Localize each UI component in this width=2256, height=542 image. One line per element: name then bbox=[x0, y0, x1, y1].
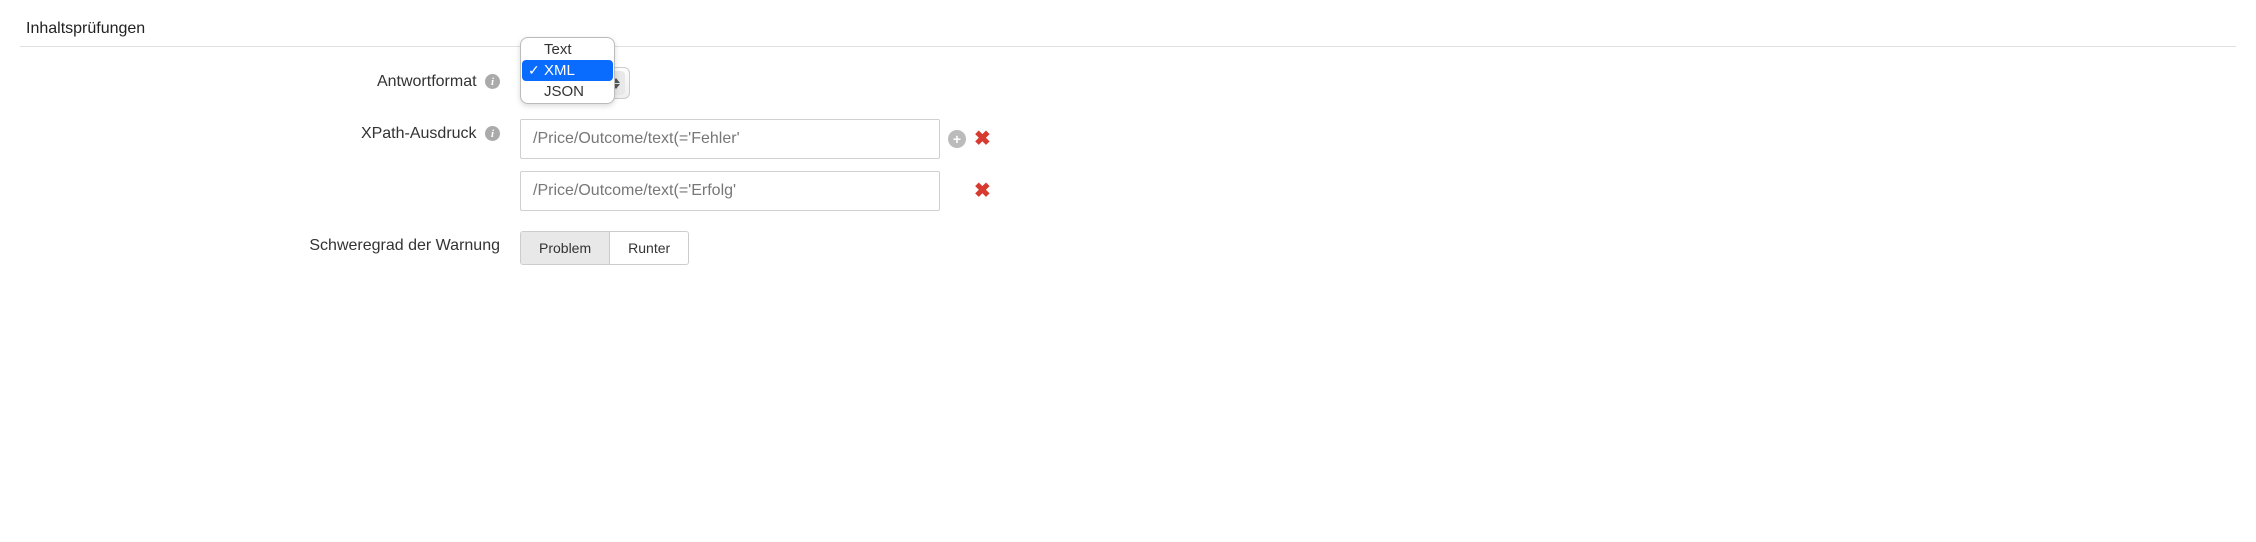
dropdown-option-xml[interactable]: ✓ XML bbox=[522, 60, 613, 81]
response-format-dropdown: Text ✓ XML JSON bbox=[520, 37, 615, 104]
remove-icon[interactable]: ✖ bbox=[974, 181, 991, 201]
xpath-label-text: XPath-Ausdruck bbox=[361, 125, 477, 142]
severity-option-problem[interactable]: Problem bbox=[521, 232, 609, 264]
severity-toggle-group: Problem Runter bbox=[520, 231, 689, 265]
dropdown-option-label: Text bbox=[544, 41, 572, 58]
severity-row: Schweregrad der Warnung Problem Runter bbox=[20, 231, 2236, 265]
xpath-label: XPath-Ausdruck i bbox=[20, 119, 520, 143]
response-format-label: Antwortformat i bbox=[20, 67, 520, 91]
section-divider bbox=[20, 46, 2236, 47]
remove-icon[interactable]: ✖ bbox=[974, 129, 991, 149]
info-icon[interactable]: i bbox=[485, 126, 500, 141]
severity-label-text: Schweregrad der Warnung bbox=[309, 237, 500, 254]
xpath-input-row-1: ✖ bbox=[520, 171, 991, 211]
severity-label: Schweregrad der Warnung bbox=[20, 231, 520, 255]
add-icon[interactable]: + bbox=[948, 130, 966, 148]
dropdown-option-json[interactable]: JSON bbox=[522, 81, 613, 102]
xpath-row: XPath-Ausdruck i + ✖ ✖ bbox=[20, 119, 2236, 211]
severity-option-down[interactable]: Runter bbox=[609, 232, 688, 264]
info-icon[interactable]: i bbox=[485, 74, 500, 89]
check-icon: ✓ bbox=[528, 62, 544, 79]
dropdown-option-label: JSON bbox=[544, 83, 584, 100]
dropdown-option-label: XML bbox=[544, 62, 575, 79]
response-format-row: Antwortformat i Text ✓ XML JSON bbox=[20, 67, 2236, 99]
dropdown-option-text[interactable]: Text bbox=[522, 39, 613, 60]
xpath-input-row-0: + ✖ bbox=[520, 119, 991, 159]
xpath-input[interactable] bbox=[520, 171, 940, 211]
xpath-input[interactable] bbox=[520, 119, 940, 159]
section-title: Inhaltsprüfungen bbox=[20, 20, 2236, 38]
response-format-label-text: Antwortformat bbox=[377, 73, 477, 90]
